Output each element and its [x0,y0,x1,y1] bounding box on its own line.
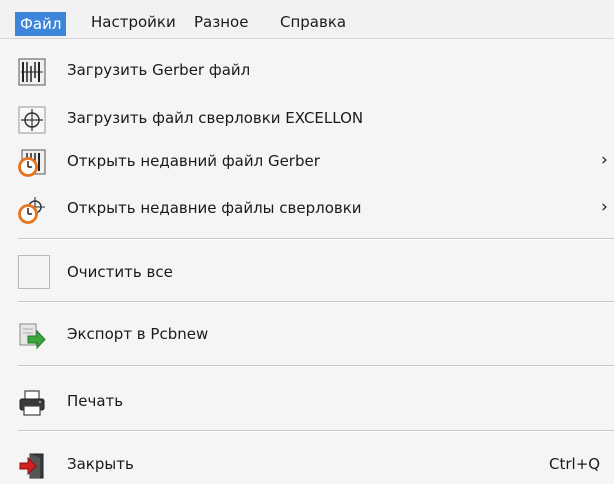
menu-separator [18,238,614,240]
menu-item-label: Открыть недавние файлы сверловки [67,199,362,217]
submenu-arrow-icon: › [601,197,608,217]
submenu-arrow-icon: › [601,150,608,170]
menubar: Файл Настройки Разное Справка [0,0,614,39]
menu-item-label: Загрузить Gerber файл [67,61,251,79]
menu-item-load-gerber[interactable]: Загрузить Gerber файл [0,53,614,89]
menu-item-label: Печать [67,392,124,410]
clear-all-icon [18,255,50,289]
recent-gerber-icon [18,149,46,177]
menu-file[interactable]: Файл [15,12,67,36]
menu-item-label: Загрузить файл сверловки EXCELLON [67,109,364,127]
printer-icon [18,389,46,417]
menu-item-exit[interactable]: Закрыть Ctrl+Q [0,447,614,483]
menu-item-clear-all[interactable]: Очистить все [0,255,614,291]
menu-item-label: Закрыть [67,455,134,473]
menu-item-recent-drill[interactable]: Открыть недавние файлы сверловки › [0,191,614,227]
exit-icon [18,452,46,480]
export-icon [18,322,46,350]
menu-item-label: Экспорт в Pcbnew [67,325,209,343]
menu-separator [18,365,614,367]
menu-misc[interactable]: Разное [189,10,253,34]
recent-drill-icon [18,196,46,224]
menu-help[interactable]: Справка [275,10,351,34]
menu-item-label: Открыть недавний файл Gerber [67,152,320,170]
menu-item-print[interactable]: Печать [0,384,614,420]
menu-item-load-drill[interactable]: Загрузить файл сверловки EXCELLON [0,101,614,137]
menu-separator [18,301,614,303]
menu-item-export-pcbnew[interactable]: Экспорт в Pcbnew [0,317,614,353]
menu-separator [18,430,614,432]
gerber-load-icon [18,58,46,86]
file-menu-dropdown: Загрузить Gerber файл Загрузить файл све… [0,39,614,484]
drill-target-icon [18,106,46,134]
menu-item-recent-gerber[interactable]: Открыть недавний файл Gerber › [0,144,614,180]
menu-item-label: Очистить все [67,263,173,281]
menu-settings[interactable]: Настройки [86,10,181,34]
shortcut-label: Ctrl+Q [549,455,601,473]
